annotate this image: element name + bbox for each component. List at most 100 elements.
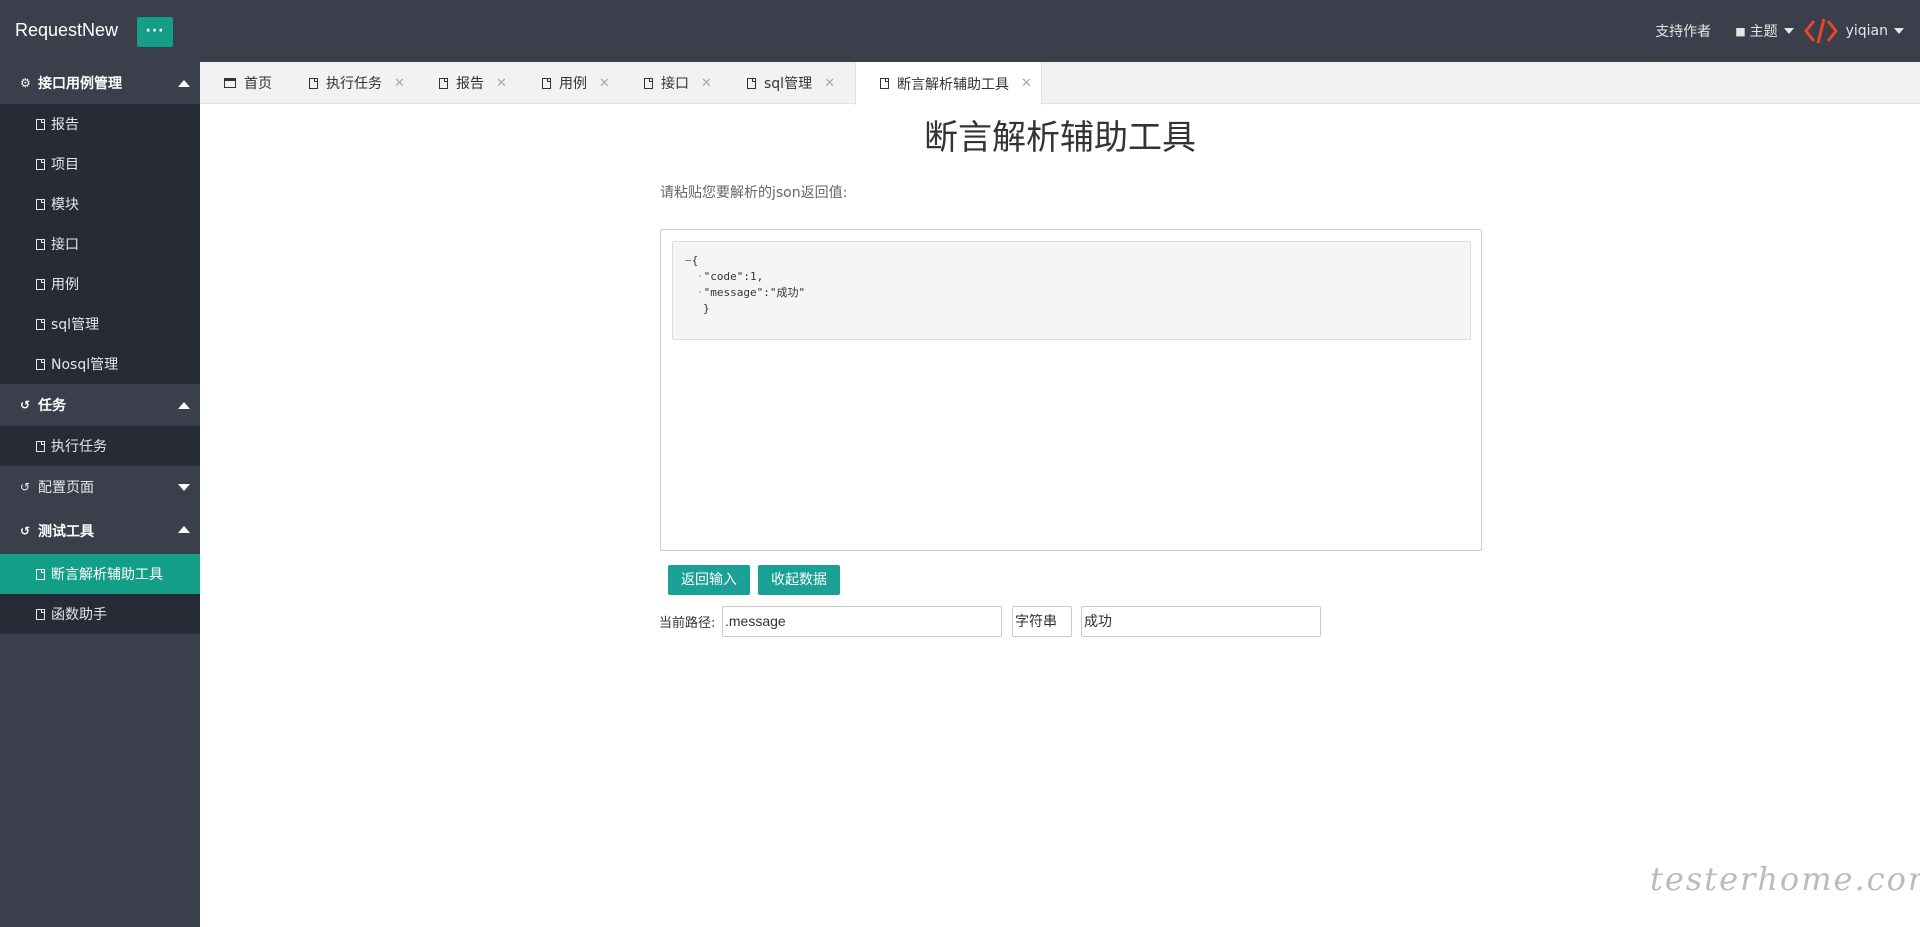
sidebar-item-assert-tool[interactable]: 断言解析辅助工具 bbox=[0, 554, 200, 594]
tab-label: 执行任务 bbox=[326, 76, 382, 92]
sidebar-item-label: 报告 bbox=[51, 117, 79, 133]
file-icon bbox=[36, 318, 45, 330]
watermark: testerhome.com bbox=[1650, 860, 1920, 898]
tab-label: 接口 bbox=[661, 76, 689, 92]
close-icon[interactable]: ✕ bbox=[1021, 76, 1032, 91]
file-icon bbox=[36, 440, 45, 452]
tab-assert-tool[interactable]: 断言解析辅助工具 ✕ bbox=[855, 62, 1042, 105]
close-icon[interactable]: ✕ bbox=[701, 76, 712, 91]
file-icon bbox=[439, 77, 448, 89]
chevron-up-icon bbox=[178, 80, 190, 87]
header-right: 支持作者 ■ 主题 yiqian bbox=[1631, 0, 1904, 62]
json-editor[interactable]: −{ ·"code":1, ·"message":"成功" } bbox=[660, 229, 1482, 551]
sidebar-item-module[interactable]: 模块 bbox=[0, 184, 200, 224]
page-title: 断言解析辅助工具 bbox=[924, 118, 1196, 158]
dot-icon: · bbox=[697, 286, 704, 299]
tab-report[interactable]: 报告 ✕ bbox=[415, 62, 507, 104]
file-icon bbox=[644, 77, 653, 89]
sidebar-item-nosql[interactable]: Nosql管理 bbox=[0, 344, 200, 384]
sidebar-submenu: 断言解析辅助工具 函数助手 bbox=[0, 554, 200, 634]
json-line-text: "message":"成功" bbox=[703, 286, 806, 299]
sidebar-item-label: 模块 bbox=[51, 197, 79, 213]
gear-icon: ⚙ bbox=[20, 76, 31, 90]
close-icon[interactable]: ✕ bbox=[496, 76, 507, 91]
tab-label: sql管理 bbox=[764, 76, 813, 92]
file-icon bbox=[36, 278, 45, 290]
json-viewer[interactable]: −{ ·"code":1, ·"message":"成功" } bbox=[672, 241, 1471, 340]
file-icon bbox=[309, 77, 318, 89]
sidebar-item-label: 用例 bbox=[51, 277, 79, 293]
dot-icon: · bbox=[697, 270, 704, 283]
window-icon bbox=[224, 78, 236, 88]
sidebar-item-project[interactable]: 项目 bbox=[0, 144, 200, 184]
sidebar-item-run-task[interactable]: 执行任务 bbox=[0, 426, 200, 466]
close-icon[interactable]: ✕ bbox=[824, 76, 835, 91]
menu-toggle-button[interactable]: ··· bbox=[137, 17, 173, 47]
tab-case[interactable]: 用例 ✕ bbox=[518, 62, 610, 104]
theme-label: 主题 bbox=[1749, 24, 1778, 40]
sidebar-group-label: 测试工具 bbox=[38, 524, 94, 540]
code-logo-icon bbox=[1803, 18, 1838, 44]
sidebar-item-label: 函数助手 bbox=[51, 607, 107, 623]
file-icon bbox=[880, 78, 889, 89]
tab-api[interactable]: 接口 ✕ bbox=[620, 62, 712, 104]
top-header: RequestNew ··· 支持作者 ■ 主题 yiqian bbox=[0, 0, 1920, 62]
sidebar-group-label: 任务 bbox=[38, 398, 66, 414]
sidebar-submenu: 报告 项目 模块 接口 用例 sql管理 Nosql管理 bbox=[0, 104, 200, 384]
sidebar-item-function-helper[interactable]: 函数助手 bbox=[0, 594, 200, 634]
value-type-field[interactable]: 字符串 bbox=[1012, 606, 1072, 637]
file-icon bbox=[36, 158, 45, 170]
json-line-text: } bbox=[703, 302, 710, 315]
json-line[interactable]: ·"message":"成功" bbox=[697, 285, 805, 301]
chevron-down-icon bbox=[1783, 28, 1794, 34]
chevron-down-icon bbox=[178, 484, 190, 491]
sidebar-item-label: Nosql管理 bbox=[51, 357, 119, 373]
refresh-icon: ↺ bbox=[20, 524, 31, 538]
refresh-icon: ↺ bbox=[20, 480, 31, 494]
sidebar-item-label: sql管理 bbox=[51, 317, 100, 333]
tab-run-task[interactable]: 执行任务 ✕ bbox=[285, 62, 405, 104]
file-icon bbox=[747, 77, 756, 89]
json-line-text: { bbox=[691, 254, 699, 267]
json-line[interactable]: ·"code":1, bbox=[697, 269, 763, 285]
close-icon[interactable]: ✕ bbox=[394, 76, 405, 91]
collapse-data-button[interactable]: 收起数据 bbox=[758, 565, 840, 595]
tab-label: 断言解析辅助工具 bbox=[897, 76, 1009, 93]
sidebar-item-label: 执行任务 bbox=[51, 439, 107, 455]
collapse-icon[interactable]: − bbox=[685, 254, 692, 267]
current-path-field[interactable]: .message bbox=[722, 606, 1002, 637]
chevron-up-icon bbox=[178, 526, 190, 533]
file-icon bbox=[36, 238, 45, 250]
sidebar-item-label: 接口 bbox=[51, 237, 79, 253]
tab-home[interactable]: 首页 bbox=[200, 62, 272, 104]
chevron-down-icon bbox=[1894, 28, 1904, 34]
refresh-icon: ↺ bbox=[20, 398, 31, 412]
sidebar-item-report[interactable]: 报告 bbox=[0, 104, 200, 144]
sidebar-group-task[interactable]: ↺ 任务 bbox=[0, 384, 200, 426]
support-author-link[interactable]: 支持作者 bbox=[1655, 21, 1711, 41]
sidebar-group-config[interactable]: ↺ 配置页面 bbox=[0, 466, 200, 508]
sidebar-item-label: 断言解析辅助工具 bbox=[51, 567, 163, 583]
value-result-field[interactable]: 成功 bbox=[1081, 606, 1321, 637]
chevron-up-icon bbox=[178, 402, 190, 409]
tab-bar: 首页 执行任务 ✕ 报告 ✕ 用例 ✕ 接口 ✕ sql管理 ✕ 断言解析辅助工… bbox=[200, 62, 1920, 105]
sidebar-group-test-tools[interactable]: ↺ 测试工具 bbox=[0, 508, 200, 554]
sidebar-item-label: 项目 bbox=[51, 157, 79, 173]
file-icon bbox=[36, 568, 45, 580]
back-to-input-button[interactable]: 返回输入 bbox=[668, 565, 750, 595]
sidebar-item-api[interactable]: 接口 bbox=[0, 224, 200, 264]
sidebar: ⚙ 接口用例管理 报告 项目 模块 接口 用例 sql管理 Nosql管理 ↺ … bbox=[0, 62, 200, 927]
json-line: −{ bbox=[685, 253, 698, 269]
theme-dropdown[interactable]: ■ 主题 bbox=[1735, 21, 1794, 41]
tab-sql[interactable]: sql管理 ✕ bbox=[723, 62, 835, 104]
sidebar-group-case-management[interactable]: ⚙ 接口用例管理 bbox=[0, 62, 200, 104]
current-path-label: 当前路径: bbox=[659, 616, 716, 631]
json-line-text: "code":1, bbox=[703, 270, 764, 283]
user-dropdown[interactable]: yiqian bbox=[1803, 17, 1904, 45]
sidebar-item-sql[interactable]: sql管理 bbox=[0, 304, 200, 344]
app-logo[interactable]: RequestNew bbox=[15, 20, 118, 41]
close-icon[interactable]: ✕ bbox=[599, 76, 610, 91]
tab-label: 用例 bbox=[559, 76, 587, 92]
paste-json-label: 请粘贴您要解析的json返回值: bbox=[660, 185, 848, 201]
sidebar-item-case[interactable]: 用例 bbox=[0, 264, 200, 304]
